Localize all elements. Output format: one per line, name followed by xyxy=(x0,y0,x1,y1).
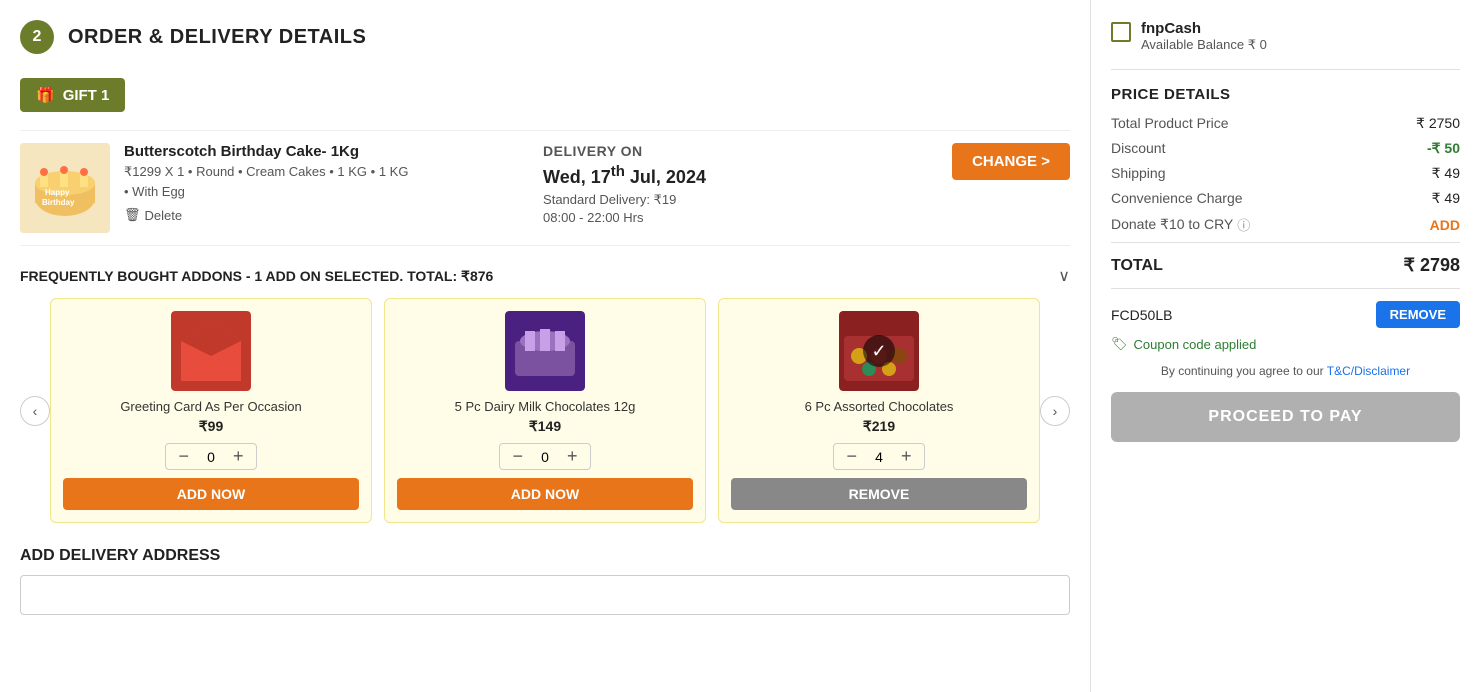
total-product-price-label: Total Product Price xyxy=(1111,115,1229,132)
addon-name-1: Greeting Card As Per Occasion xyxy=(120,399,301,414)
donate-row: Donate ₹10 to CRY ⓘ ADD xyxy=(1111,215,1460,234)
qty-decrease-3[interactable]: − xyxy=(842,446,861,467)
fnpcash-row: fnpCash Available Balance ₹ 0 xyxy=(1111,20,1460,70)
add-now-button-2[interactable]: ADD NOW xyxy=(397,478,693,510)
product-meta: ₹1299 X 1 • Round • Cream Cakes • 1 KG •… xyxy=(124,164,519,180)
fnpcash-title: fnpCash xyxy=(1141,20,1267,37)
addon-price-1: ₹99 xyxy=(199,418,223,435)
carousel-next-button[interactable]: › xyxy=(1040,396,1070,426)
total-value: ₹ 2798 xyxy=(1404,255,1461,276)
coupon-code: FCD50LB xyxy=(1111,307,1172,323)
fnpcash-info: fnpCash Available Balance ₹ 0 xyxy=(1141,20,1267,53)
proceed-to-pay-button[interactable]: PROCEED TO PAY xyxy=(1111,392,1460,442)
addon-card-3: ✓ 6 Pc Assorted Chocolates ₹219 − 4 + RE… xyxy=(718,298,1040,523)
trash-icon: 🗑 xyxy=(124,207,141,223)
fnpcash-checkbox[interactable] xyxy=(1111,22,1131,42)
step-badge: 2 xyxy=(20,20,54,54)
qty-value-3: 4 xyxy=(869,449,889,465)
selected-checkmark: ✓ xyxy=(863,335,895,367)
qty-increase-2[interactable]: + xyxy=(563,446,582,467)
total-product-price-row: Total Product Price ₹ 2750 xyxy=(1111,115,1460,132)
page-header: 2 ORDER & DELIVERY DETAILS xyxy=(20,20,1070,54)
addon-card: Greeting Card As Per Occasion ₹99 − 0 + … xyxy=(50,298,372,523)
addon-image-1 xyxy=(171,311,251,391)
convenience-row: Convenience Charge ₹ 49 xyxy=(1111,190,1460,207)
discount-label: Discount xyxy=(1111,140,1165,157)
fnpcash-balance: Available Balance ₹ 0 xyxy=(1141,37,1267,53)
qty-decrease-2[interactable]: − xyxy=(508,446,527,467)
discount-row: Discount -₹ 50 xyxy=(1111,140,1460,157)
discount-value: -₹ 50 xyxy=(1427,140,1460,157)
delivery-label: DELIVERY ON xyxy=(543,143,938,159)
coupon-applied-row: 🏷 Coupon code applied xyxy=(1111,336,1460,352)
addon-image-2 xyxy=(505,311,585,391)
delivery-hours: 08:00 - 22:00 Hrs xyxy=(543,210,938,225)
product-row: Happy Birthday Butterscotch Birthday Cak… xyxy=(20,130,1070,246)
qty-increase-3[interactable]: + xyxy=(897,446,916,467)
product-info: Butterscotch Birthday Cake- 1Kg ₹1299 X … xyxy=(124,143,519,223)
gift-icon: 🎁 xyxy=(36,86,55,104)
donate-label: Donate ₹10 to CRY ⓘ xyxy=(1111,215,1250,234)
addons-carousel: ‹ Greeting Card As Per Occasion ₹99 − 0 … xyxy=(20,298,1070,523)
addons-title: FREQUENTLY BOUGHT ADDONS - 1 ADD ON SELE… xyxy=(20,268,493,285)
carousel-prev-button[interactable]: ‹ xyxy=(20,396,50,426)
qty-control-2: − 0 + xyxy=(499,443,590,470)
qty-increase-1[interactable]: + xyxy=(229,446,248,467)
product-image: Happy Birthday xyxy=(20,143,110,233)
add-now-button-1[interactable]: ADD NOW xyxy=(63,478,359,510)
add-donate-link[interactable]: ADD xyxy=(1430,217,1460,233)
qty-value-1: 0 xyxy=(201,449,221,465)
qty-control-3: − 4 + xyxy=(833,443,924,470)
addon-card-2: 5 Pc Dairy Milk Chocolates 12g ₹149 − 0 … xyxy=(384,298,706,523)
delivery-info: DELIVERY ON Wed, 17th Jul, 2024 Standard… xyxy=(533,143,938,225)
delivery-date: Wed, 17th Jul, 2024 xyxy=(543,163,938,188)
address-input-bar[interactable] xyxy=(20,575,1070,615)
addons-header: FREQUENTLY BOUGHT ADDONS - 1 ADD ON SELE… xyxy=(20,266,1070,286)
shipping-row: Shipping ₹ 49 xyxy=(1111,165,1460,182)
qty-decrease-1[interactable]: − xyxy=(174,446,193,467)
remove-coupon-button[interactable]: REMOVE xyxy=(1376,301,1460,328)
gift-tag: 🎁 GIFT 1 xyxy=(20,78,125,112)
product-egg: With Egg xyxy=(124,184,519,199)
convenience-value: ₹ 49 xyxy=(1432,190,1460,207)
addons-list: Greeting Card As Per Occasion ₹99 − 0 + … xyxy=(50,298,1040,523)
addon-name-2: 5 Pc Dairy Milk Chocolates 12g xyxy=(455,399,636,414)
info-icon: ⓘ xyxy=(1237,215,1250,234)
remove-addon-button-3[interactable]: REMOVE xyxy=(731,478,1027,510)
convenience-label: Convenience Charge xyxy=(1111,190,1243,207)
qty-control-1: − 0 + xyxy=(165,443,256,470)
price-details-title: PRICE DETAILS xyxy=(1111,86,1460,103)
svg-text:Birthday: Birthday xyxy=(42,198,75,207)
delete-button[interactable]: 🗑 Delete xyxy=(124,207,519,223)
addon-image-3: ✓ xyxy=(839,311,919,391)
shipping-label: Shipping xyxy=(1111,165,1166,182)
delivery-type: Standard Delivery: ₹19 xyxy=(543,192,938,208)
chevron-down-icon[interactable]: ∨ xyxy=(1058,266,1070,286)
tag-icon: 🏷 xyxy=(1111,336,1128,352)
add-address-section: ADD DELIVERY ADDRESS xyxy=(20,547,1070,615)
addon-price-3: ₹219 xyxy=(863,418,895,435)
total-label: TOTAL xyxy=(1111,257,1163,275)
page-title: ORDER & DELIVERY DETAILS xyxy=(68,26,366,49)
tc-row: By continuing you agree to our T&C/Discl… xyxy=(1111,364,1460,378)
sidebar: fnpCash Available Balance ₹ 0 PRICE DETA… xyxy=(1090,0,1480,692)
addon-price-2: ₹149 xyxy=(529,418,561,435)
total-product-price-value: ₹ 2750 xyxy=(1416,115,1460,132)
change-delivery-button[interactable]: CHANGE > xyxy=(952,143,1070,180)
coupon-row: FCD50LB REMOVE xyxy=(1111,301,1460,328)
addon-name-3: 6 Pc Assorted Chocolates xyxy=(805,399,954,414)
product-name: Butterscotch Birthday Cake- 1Kg xyxy=(124,143,519,160)
tc-link[interactable]: T&C/Disclaimer xyxy=(1327,364,1410,378)
total-row: TOTAL ₹ 2798 xyxy=(1111,242,1460,289)
qty-value-2: 0 xyxy=(535,449,555,465)
add-address-title: ADD DELIVERY ADDRESS xyxy=(20,547,1070,565)
svg-text:Happy: Happy xyxy=(45,188,70,197)
shipping-value: ₹ 49 xyxy=(1432,165,1460,182)
